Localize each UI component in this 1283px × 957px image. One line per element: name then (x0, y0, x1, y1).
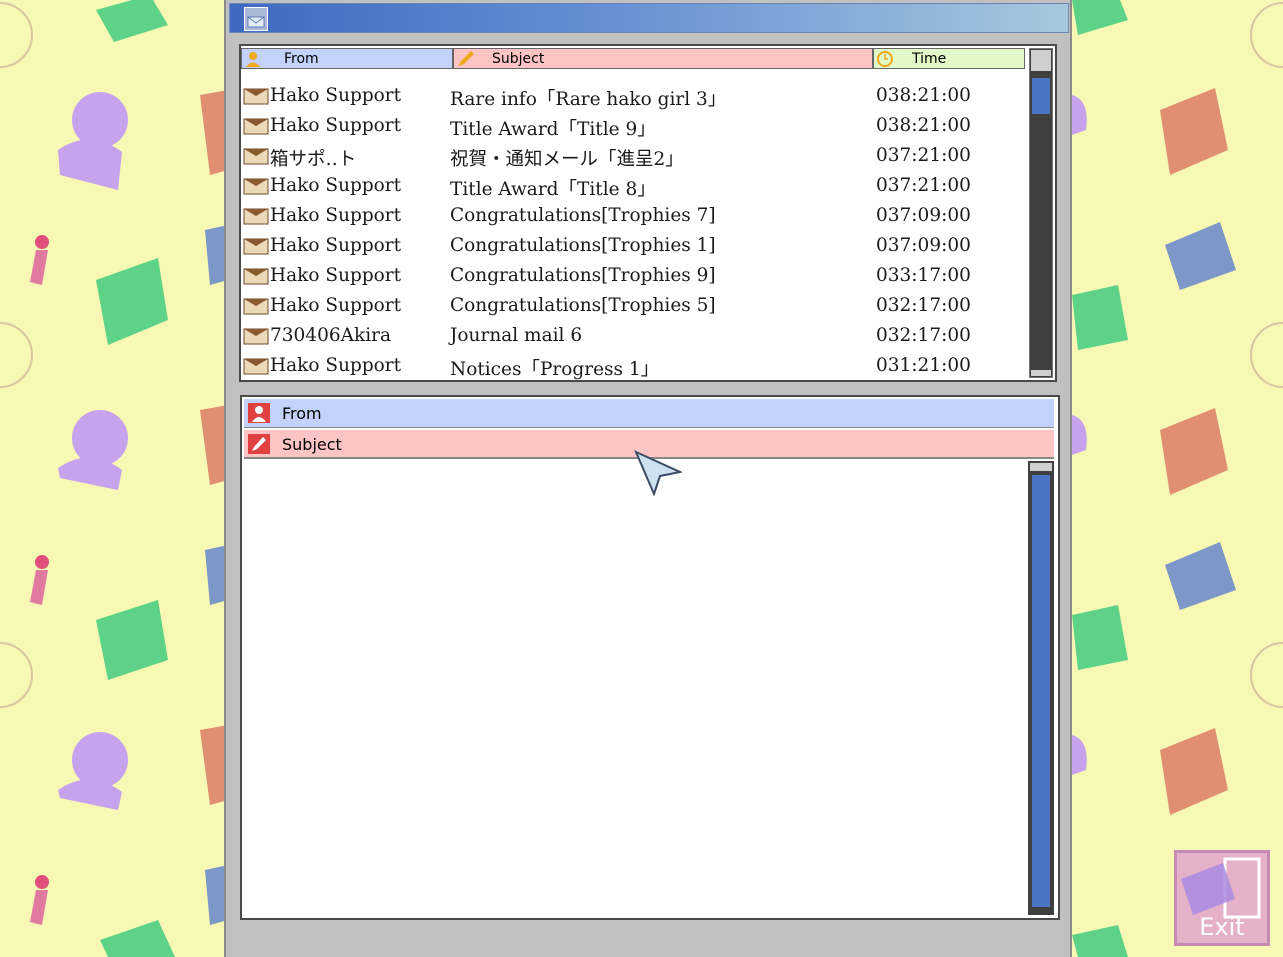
mail-row[interactable]: Hako Support Congratulations[Trophies 7]… (241, 202, 1025, 232)
mail-row[interactable]: Hako Support Congratulations[Trophies 5]… (241, 292, 1025, 322)
mail-time: 033:17:00 (876, 265, 971, 286)
mail-time: 032:17:00 (876, 325, 971, 346)
mail-time: 037:21:00 (876, 145, 971, 166)
mail-time: 038:21:00 (876, 85, 971, 106)
mail-row[interactable]: Hako Support Notices「Progress 1」 031:21:… (241, 352, 1025, 382)
mail-subject: Title Award「Title 9」 (450, 119, 656, 140)
clock-icon (877, 51, 893, 67)
column-header-subject[interactable]: Subject (453, 48, 873, 69)
envelope-icon (243, 148, 269, 165)
mail-row[interactable]: Hako Support Congratulations[Trophies 1]… (241, 232, 1025, 262)
inbox-list: From Subject Time Hako Support Rare info… (239, 44, 1057, 382)
mail-from: 730406Akira (270, 325, 391, 346)
envelope-icon (243, 88, 269, 105)
mail-from: Hako Support (270, 295, 402, 316)
column-header-from[interactable]: From (241, 48, 453, 69)
person-purple-icon (58, 92, 128, 810)
person-red-icon (248, 403, 270, 423)
title-bar[interactable] (229, 3, 1069, 33)
mail-subject: Congratulations[Trophies 1] (450, 235, 716, 256)
mail-from: Hako Support (270, 205, 402, 226)
envelope-icon (243, 358, 269, 375)
inbox-header: From Subject Time (241, 48, 1025, 69)
mail-subject: Congratulations[Trophies 5] (450, 295, 716, 316)
scroll-up-button[interactable] (1031, 50, 1051, 71)
mail-icon (244, 7, 268, 31)
mail-from: Hako Support (270, 355, 402, 376)
mail-from: Hako Support (270, 265, 402, 286)
mail-time: 037:09:00 (876, 205, 971, 226)
exit-button[interactable]: Exit (1174, 850, 1270, 946)
mail-subject: Notices「Progress 1」 (450, 359, 660, 380)
mail-from: Hako Support (270, 175, 402, 196)
envelope-icon (243, 118, 269, 135)
scroll-thumb[interactable] (1032, 475, 1050, 907)
exit-label: Exit (1199, 913, 1245, 941)
envelope-icon (243, 238, 269, 255)
mail-subject: Congratulations[Trophies 9] (450, 265, 716, 286)
mail-from: 箱サポ‥ト (270, 149, 357, 170)
detail-from-label: From (282, 404, 322, 423)
mail-from: Hako Support (270, 115, 402, 136)
envelope-icon (243, 268, 269, 285)
person-purple-right-icon (1072, 95, 1087, 775)
detail-from-field: From (244, 399, 1054, 428)
column-header-time[interactable]: Time (873, 48, 1025, 69)
envelope-icon (243, 178, 269, 195)
inbox-rows: Hako Support Rare info「Rare hako girl 3」… (241, 82, 1025, 382)
column-label-time: Time (912, 51, 947, 67)
mail-time: 032:17:00 (876, 295, 971, 316)
envelope-icon (243, 208, 269, 225)
mail-subject: 祝賀・通知メール「進呈2」 (450, 149, 684, 170)
envelope-icon (243, 298, 269, 315)
mail-row[interactable]: Hako Support Rare info「Rare hako girl 3」… (241, 82, 1025, 112)
mail-row[interactable]: Hako Support Congratulations[Trophies 9]… (241, 262, 1025, 292)
mail-time: 037:09:00 (876, 235, 971, 256)
mail-row[interactable]: 730406Akira Journal mail 6 032:17:00 (241, 322, 1025, 352)
mail-row[interactable]: Hako Support Title Award「Title 9」 038:21… (241, 112, 1025, 142)
mail-time: 031:21:00 (876, 355, 971, 376)
inbox-scrollbar[interactable] (1029, 48, 1053, 378)
mail-subject: Congratulations[Trophies 7] (450, 205, 716, 226)
mail-time: 038:21:00 (876, 115, 971, 136)
detail-subject-label: Subject (282, 435, 342, 454)
mail-subject: Rare info「Rare hako girl 3」 (450, 89, 727, 110)
message-body[interactable] (244, 461, 1022, 915)
pencil-icon (458, 51, 474, 66)
antenna-icon (30, 235, 49, 925)
scroll-thumb[interactable] (1032, 78, 1050, 114)
mail-subject: Title Award「Title 8」 (450, 179, 656, 200)
person-icon (246, 52, 260, 67)
scroll-up-button[interactable] (1030, 463, 1052, 471)
pencil-red-icon (248, 434, 270, 454)
column-label-from: From (284, 51, 319, 67)
envelope-green-right-icon (1072, 0, 1128, 957)
mail-from: Hako Support (270, 235, 402, 256)
message-scrollbar[interactable] (1028, 461, 1054, 915)
column-label-subject: Subject (492, 51, 545, 67)
mouse-cursor-icon (634, 450, 682, 496)
scroll-down-button[interactable] (1031, 370, 1051, 376)
envelope-icon (243, 328, 269, 345)
mail-row[interactable]: Hako Support Title Award「Title 8」 037:21… (241, 172, 1025, 202)
mail-time: 037:21:00 (876, 175, 971, 196)
mail-from: Hako Support (270, 85, 402, 106)
mail-subject: Journal mail 6 (450, 325, 583, 346)
mail-row[interactable]: 箱サポ‥ト 祝賀・通知メール「進呈2」 037:21:00 (241, 142, 1025, 172)
